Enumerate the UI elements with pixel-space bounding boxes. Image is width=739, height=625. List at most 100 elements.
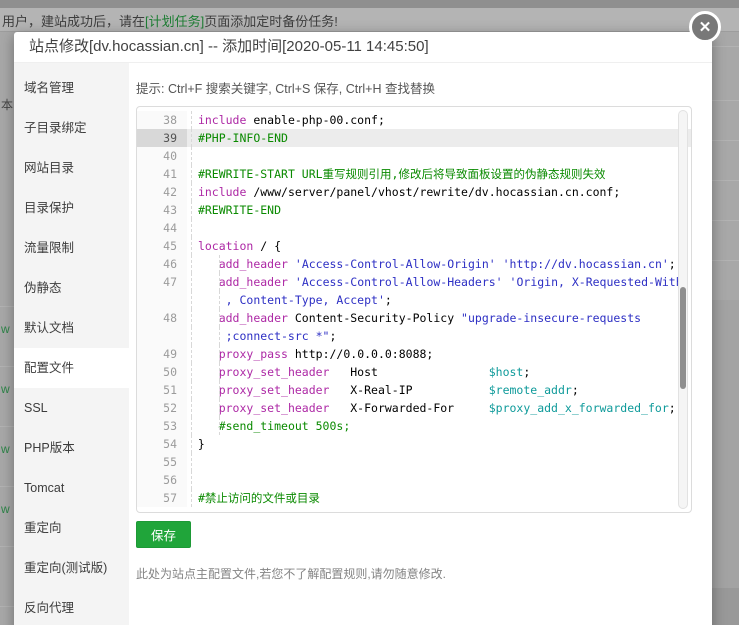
code-row: proxy_set_header Host $host; <box>187 363 691 381</box>
indent-guide <box>191 363 192 381</box>
background-text-fragment: w <box>1 382 10 396</box>
sidebar-item-rewrite[interactable]: 伪静态 <box>14 268 129 308</box>
background-row-separator <box>0 366 14 367</box>
background-panel-shade <box>712 300 739 588</box>
background-row-separator <box>712 140 739 141</box>
background-notice-text: 用户，建站成功后，请在[计划任务]页面添加定时备份任务! <box>2 11 338 30</box>
line-content <box>187 219 691 237</box>
editor-scrollbar-track[interactable] <box>678 110 688 509</box>
sidebar-item-site-dir[interactable]: 网站目录 <box>14 148 129 188</box>
sidebar-item-traffic-limit[interactable]: 流量限制 <box>14 228 129 268</box>
line-content <box>187 147 691 165</box>
code-row: #REWRITE-END <box>187 201 691 219</box>
line-content: #REWRITE-START URL重写规则引用,修改后将导致面板设置的伪静态规… <box>187 165 691 183</box>
indent-guide <box>191 291 192 309</box>
site-edit-dialog: 站点修改[dv.hocassian.cn] -- 添加时间[2020-05-11… <box>14 32 712 625</box>
background-row-separator <box>712 180 739 181</box>
line-content: #REWRITE-END <box>187 201 691 219</box>
sidebar-item-tomcat[interactable]: Tomcat <box>14 468 129 508</box>
code-row: ;connect-src *"; <box>187 327 691 345</box>
code-row <box>187 471 691 489</box>
line-content: include enable-php-00.conf; <box>187 111 691 129</box>
sidebar-item-config-file[interactable]: 配置文件 <box>14 348 129 388</box>
notice-pre: 用户，建站成功后，请在 <box>2 14 145 29</box>
indent-guide <box>191 237 192 255</box>
line-content: add_header Content-Security-Policy "upgr… <box>187 309 691 345</box>
code-line: 46 add_header 'Access-Control-Allow-Orig… <box>137 255 691 273</box>
sidebar-item-reverse-proxy[interactable]: 反向代理 <box>14 588 129 625</box>
indent-guide <box>191 345 192 363</box>
sidebar-item-php-version[interactable]: PHP版本 <box>14 428 129 468</box>
line-number: 49 <box>137 345 187 363</box>
code-line: 39 #PHP-INFO-END <box>137 129 691 147</box>
indent-guide <box>191 417 192 435</box>
code-row: add_header 'Access-Control-Allow-Headers… <box>187 273 691 291</box>
line-content: include /www/server/panel/vhost/rewrite/… <box>187 183 691 201</box>
line-number: 48 <box>137 309 187 345</box>
indent-guide <box>191 435 192 453</box>
line-content: proxy_pass http://0.0.0.0:8088; <box>187 345 691 363</box>
indent-guide <box>219 291 220 309</box>
code-line: 47 add_header 'Access-Control-Allow-Head… <box>137 273 691 309</box>
line-number: 38 <box>137 111 187 129</box>
line-content: add_header 'Access-Control-Allow-Origin'… <box>187 255 691 273</box>
code-line: 41 #REWRITE-START URL重写规则引用,修改后将导致面板设置的伪… <box>137 165 691 183</box>
line-number: 42 <box>137 183 187 201</box>
code-line: 53 #send_timeout 500s; <box>137 417 691 435</box>
sidebar-item-subdir[interactable]: 子目录绑定 <box>14 108 129 148</box>
code-line: 44 <box>137 219 691 237</box>
sidebar-item-default-doc[interactable]: 默认文档 <box>14 308 129 348</box>
code-row: #PHP-INFO-END <box>187 129 691 147</box>
code-row: proxy_set_header X-Real-IP $remote_addr; <box>187 381 691 399</box>
footer-note: 此处为站点主配置文件,若您不了解配置规则,请勿随意修改. <box>136 565 692 582</box>
indent-guide <box>191 201 192 219</box>
indent-guide <box>191 219 192 237</box>
notice-post: 页面添加定时备份任务! <box>204 14 338 29</box>
background-header-strip <box>0 0 739 8</box>
line-number: 51 <box>137 381 187 399</box>
background-row-separator <box>712 220 739 221</box>
background-row-separator <box>712 46 739 47</box>
code-line: 52 proxy_set_header X-Forwarded-For $pro… <box>137 399 691 417</box>
indent-guide <box>219 255 220 273</box>
line-number: 39 <box>137 129 187 147</box>
code-row: #send_timeout 500s; <box>187 417 691 435</box>
code-line: 54 } <box>137 435 691 453</box>
line-content: #禁止访问的文件或目录 <box>187 489 691 507</box>
config-file-editor[interactable]: 38 include enable-php-00.conf;39 #PHP-IN… <box>136 106 692 513</box>
line-number: 47 <box>137 273 187 309</box>
line-content <box>187 471 691 489</box>
editor-hint: 提示: Ctrl+F 搜索关键字, Ctrl+S 保存, Ctrl+H 查找替换 <box>136 78 692 97</box>
indent-guide <box>219 381 220 399</box>
line-number: 40 <box>137 147 187 165</box>
code-row: } <box>187 435 691 453</box>
editor-scrollbar-thumb[interactable] <box>680 287 686 389</box>
indent-guide <box>191 327 192 345</box>
indent-guide <box>219 309 220 327</box>
line-content <box>187 453 691 471</box>
indent-guide <box>219 327 220 345</box>
line-number: 46 <box>137 255 187 273</box>
close-button[interactable]: ✕ <box>689 11 721 43</box>
code-row: include enable-php-00.conf; <box>187 111 691 129</box>
code-area[interactable]: 38 include enable-php-00.conf;39 #PHP-IN… <box>137 107 691 507</box>
sidebar-item-domain[interactable]: 域名管理 <box>14 68 129 108</box>
sidebar-item-redirect-beta[interactable]: 重定向(测试版) <box>14 548 129 588</box>
code-line: 40 <box>137 147 691 165</box>
indent-guide <box>191 165 192 183</box>
code-row <box>187 219 691 237</box>
save-button[interactable]: 保存 <box>136 521 191 548</box>
sidebar-item-dir-protect[interactable]: 目录保护 <box>14 188 129 228</box>
background-row-separator <box>0 426 14 427</box>
line-content: } <box>187 435 691 453</box>
indent-guide <box>219 273 220 291</box>
indent-guide <box>191 453 192 471</box>
line-number: 44 <box>137 219 187 237</box>
sidebar-item-redirect[interactable]: 重定向 <box>14 508 129 548</box>
code-line: 43 #REWRITE-END <box>137 201 691 219</box>
indent-guide <box>191 489 192 507</box>
indent-guide <box>191 471 192 489</box>
dialog-body: 域名管理子目录绑定网站目录目录保护流量限制伪静态默认文档配置文件SSLPHP版本… <box>14 63 712 625</box>
sidebar-item-ssl[interactable]: SSL <box>14 388 129 428</box>
line-number: 53 <box>137 417 187 435</box>
